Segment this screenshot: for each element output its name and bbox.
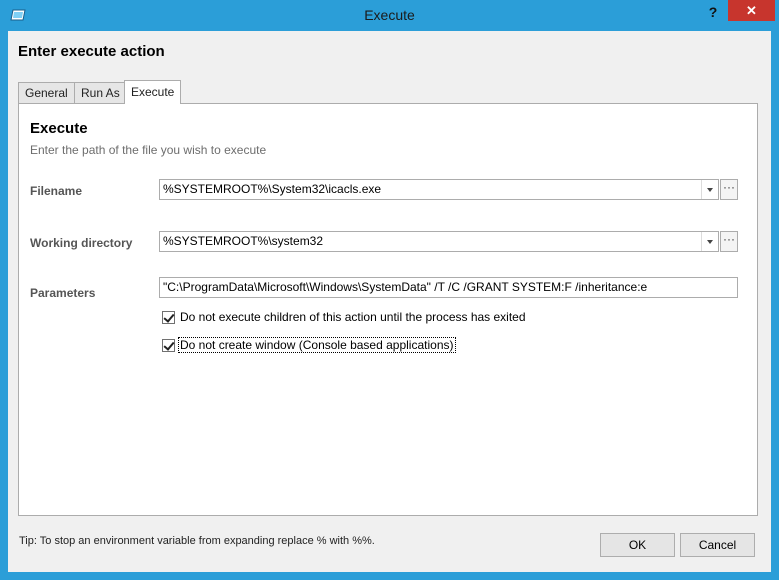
window-title: Execute (364, 7, 415, 23)
tab-general[interactable]: General (18, 82, 75, 103)
section-title: Execute (30, 120, 88, 137)
cancel-button[interactable]: Cancel (680, 533, 755, 557)
filename-label: Filename (30, 184, 83, 198)
title-bar[interactable]: Execute ? ✕ (0, 0, 779, 31)
no-window-label[interactable]: Do not create window (Console based appl… (178, 337, 456, 353)
help-button[interactable]: ? (700, 1, 726, 23)
working-directory-browse-button[interactable]: ··· (720, 231, 738, 252)
chevron-down-icon[interactable] (701, 232, 718, 251)
tab-run-as[interactable]: Run As (74, 82, 127, 103)
working-directory-label: Working directory (30, 236, 133, 250)
working-directory-value[interactable]: %SYSTEMROOT%\system32 (163, 232, 698, 251)
dialog-client-area: Enter execute action General Run As Exec… (8, 31, 771, 572)
filename-value[interactable]: %SYSTEMROOT%\System32\icacls.exe (163, 180, 698, 199)
wait-for-exit-checkbox[interactable] (162, 311, 175, 324)
filename-browse-button[interactable]: ··· (720, 179, 738, 200)
parameters-value[interactable]: "C:\ProgramData\Microsoft\Windows\System… (163, 278, 647, 297)
tab-execute[interactable]: Execute (124, 80, 182, 104)
ok-button[interactable]: OK (600, 533, 675, 557)
execute-dialog-window: Execute ? ✕ Enter execute action General… (0, 0, 779, 580)
close-button[interactable]: ✕ (728, 0, 775, 21)
execute-tab-panel: Execute Enter the path of the file you w… (18, 103, 758, 516)
filename-combobox[interactable]: %SYSTEMROOT%\System32\icacls.exe (159, 179, 719, 200)
working-directory-combobox[interactable]: %SYSTEMROOT%\system32 (159, 231, 719, 252)
tip-text: Tip: To stop an environment variable fro… (19, 535, 375, 547)
chevron-down-icon[interactable] (701, 180, 718, 199)
parameters-label: Parameters (30, 286, 96, 300)
dialog-heading: Enter execute action (18, 43, 165, 60)
no-window-checkbox[interactable] (162, 339, 175, 352)
parameters-input[interactable]: "C:\ProgramData\Microsoft\Windows\System… (159, 277, 738, 298)
section-description: Enter the path of the file you wish to e… (30, 143, 267, 157)
wait-for-exit-label[interactable]: Do not execute children of this action u… (179, 310, 527, 324)
